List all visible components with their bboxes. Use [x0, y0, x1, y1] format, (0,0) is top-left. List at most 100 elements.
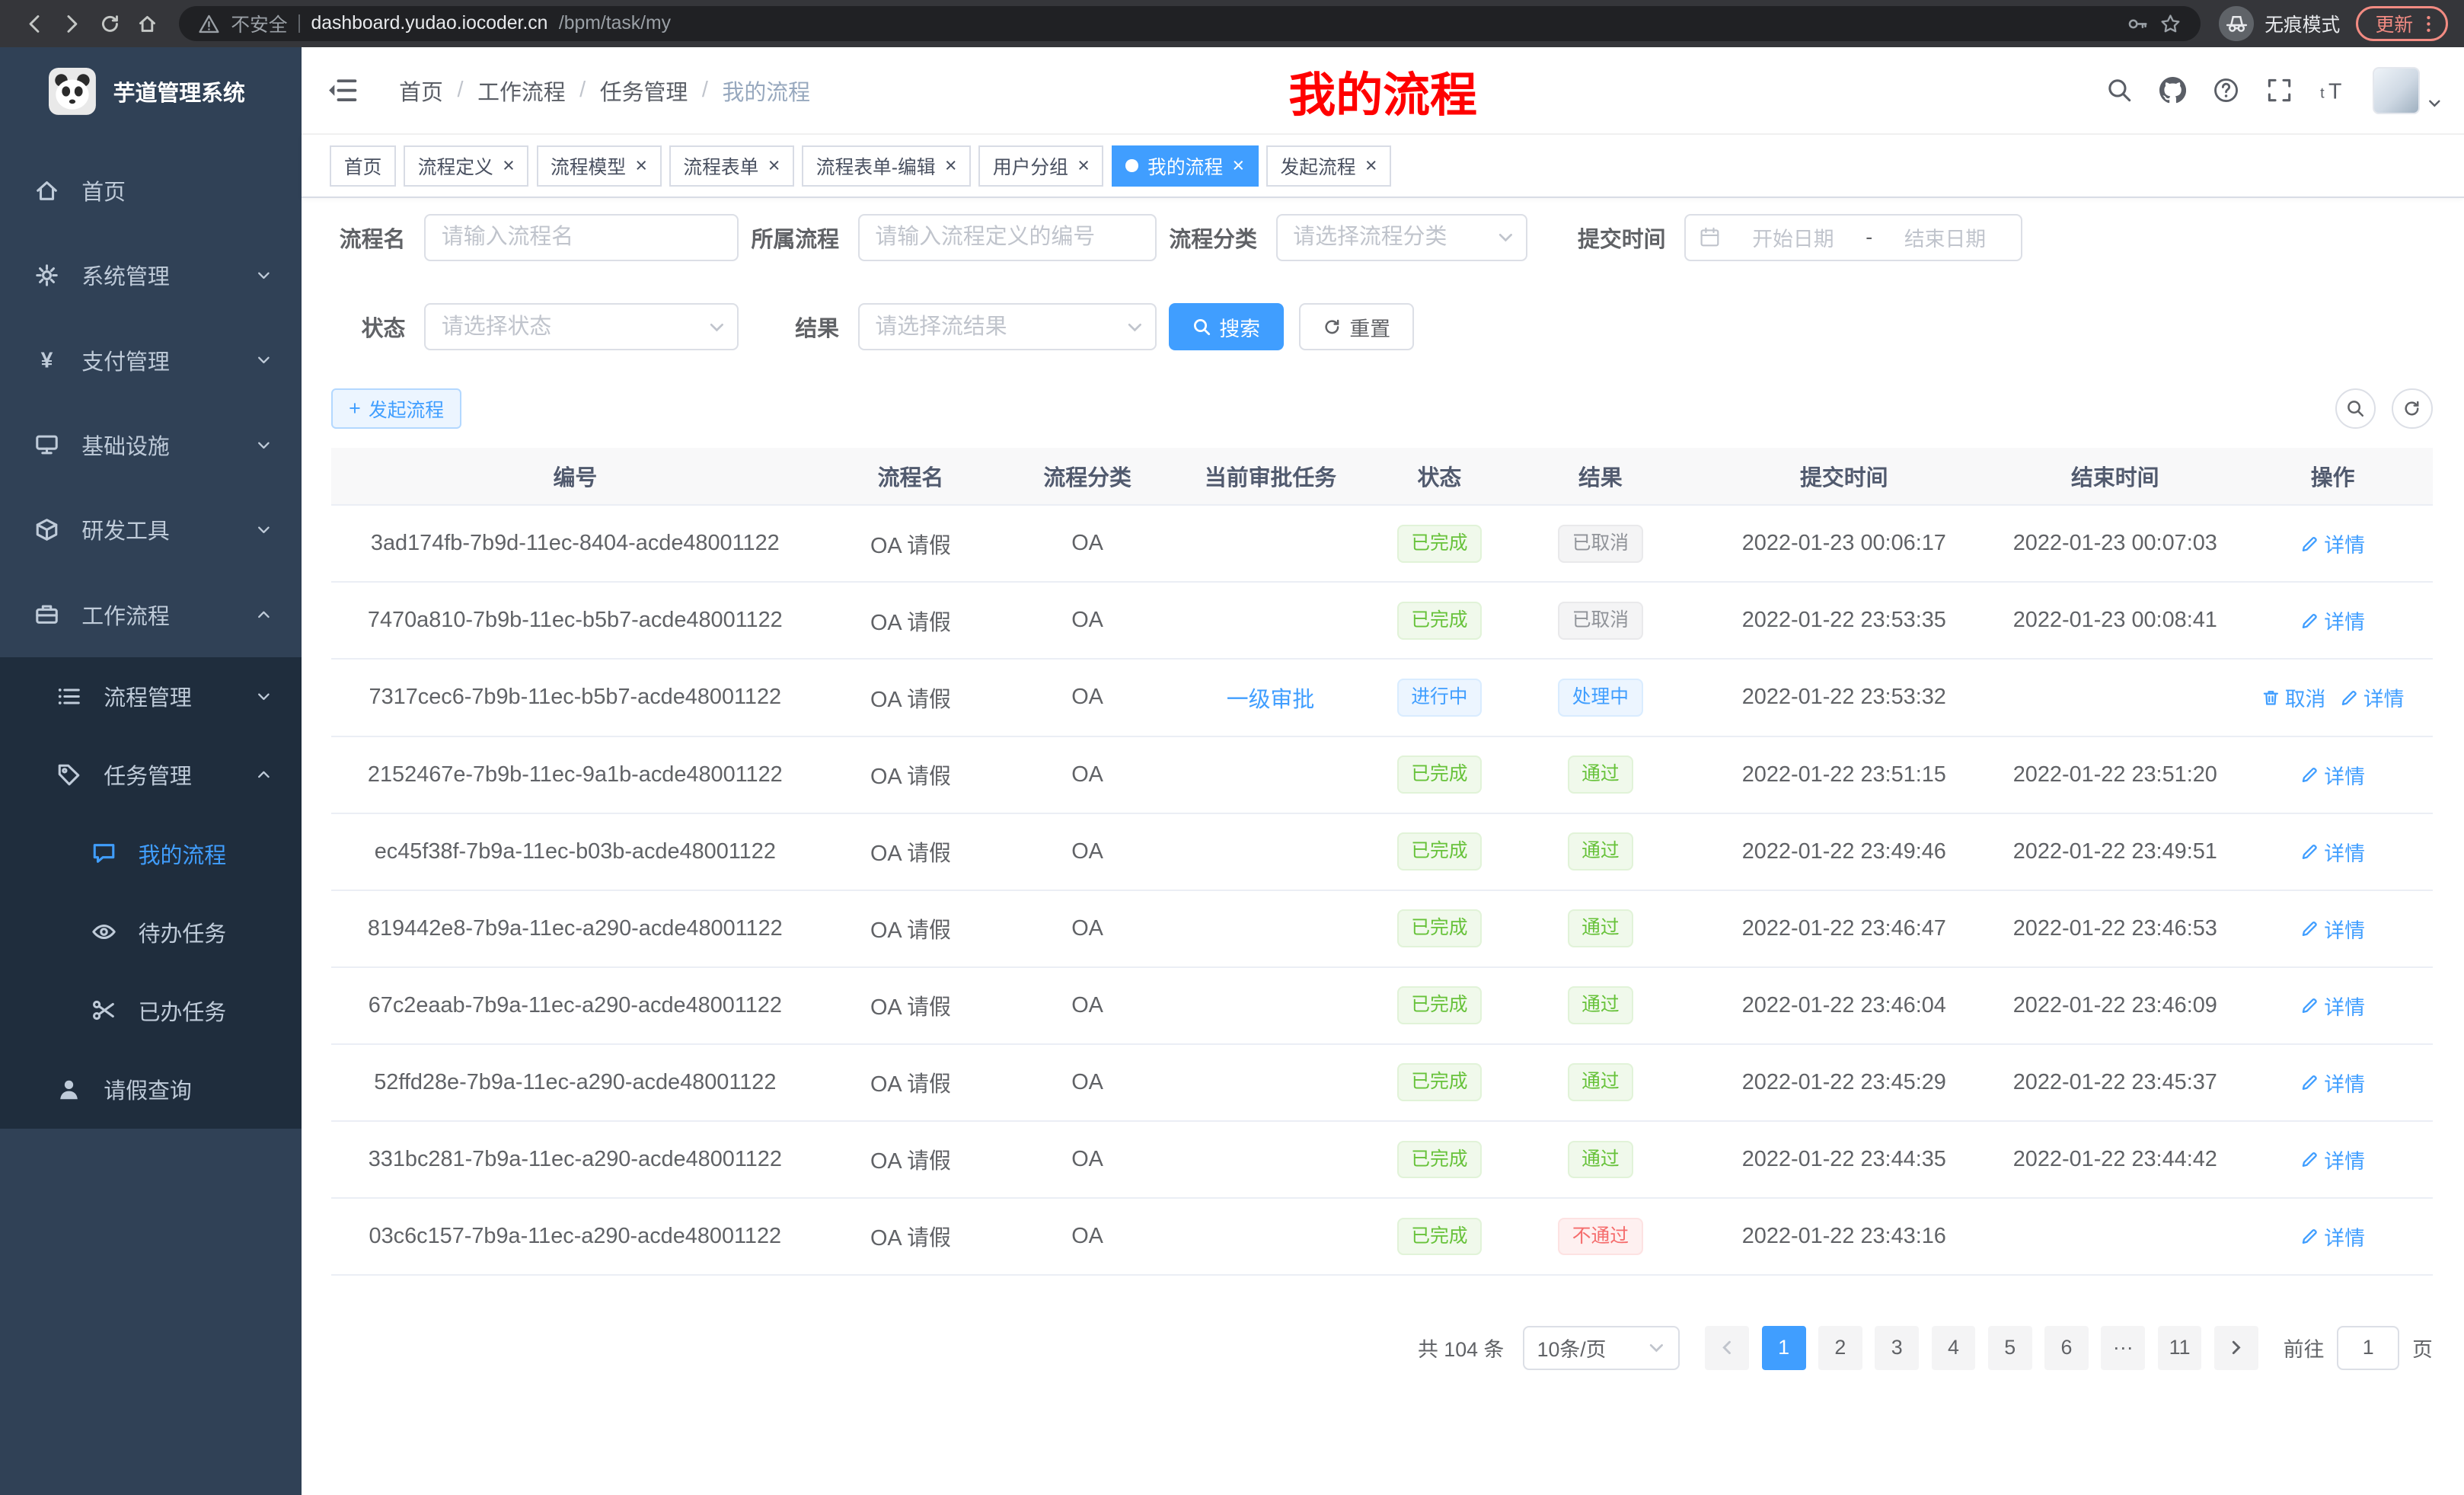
page-button[interactable]: 3: [1875, 1326, 1919, 1370]
process-category-select[interactable]: [1276, 214, 1527, 261]
close-icon[interactable]: ×: [1077, 155, 1090, 176]
create-process-button[interactable]: + 发起流程: [331, 388, 461, 430]
cube-icon: [34, 517, 59, 542]
breadcrumb-item[interactable]: 首页: [399, 75, 443, 107]
sidebar-item[interactable]: 我的流程: [0, 814, 302, 893]
sidebar-item[interactable]: 首页: [0, 148, 302, 232]
tab[interactable]: 流程模型×: [537, 145, 662, 187]
tab[interactable]: 发起流程×: [1266, 145, 1391, 187]
submit-time-range-picker[interactable]: 开始日期 - 结束日期: [1684, 214, 2022, 261]
tab[interactable]: 我的流程×: [1112, 145, 1259, 187]
close-icon[interactable]: ×: [768, 155, 780, 176]
sidebar-item[interactable]: 请假查询: [0, 1050, 302, 1129]
result-select[interactable]: [858, 303, 1157, 350]
cell-status: 进行中: [1369, 660, 1511, 735]
forward-button[interactable]: [53, 5, 91, 43]
page-size-select[interactable]: 10条/页: [1523, 1326, 1680, 1370]
detail-link[interactable]: 详情: [2300, 1222, 2365, 1251]
prev-page-button[interactable]: [1705, 1326, 1749, 1370]
toggle-search-button[interactable]: [2335, 388, 2376, 430]
address-bar[interactable]: 不安全 dashboard.yudao.iocoder.cn/bpm/task/…: [179, 6, 2201, 40]
date-range-separator: -: [1866, 225, 1872, 249]
github-icon[interactable]: [2159, 77, 2186, 104]
tab[interactable]: 流程表单×: [669, 145, 794, 187]
bookmark-star-icon[interactable]: [2159, 13, 2182, 35]
breadcrumb-item[interactable]: 工作流程: [477, 75, 566, 107]
user-avatar-menu[interactable]: [2373, 67, 2442, 114]
help-icon[interactable]: [2213, 77, 2239, 104]
page-button[interactable]: 2: [1818, 1326, 1862, 1370]
close-icon[interactable]: ×: [1232, 155, 1244, 176]
tab[interactable]: 首页: [330, 145, 396, 187]
tab[interactable]: 流程定义×: [404, 145, 528, 187]
search-button[interactable]: 搜索: [1169, 303, 1283, 350]
sidebar-item[interactable]: 待办任务: [0, 893, 302, 971]
cell-name: OA 请假: [819, 660, 1002, 735]
close-icon[interactable]: ×: [945, 155, 957, 176]
refresh-table-button[interactable]: [2392, 388, 2433, 430]
close-icon[interactable]: ×: [1365, 155, 1377, 176]
cell-task: [1173, 968, 1369, 1043]
page-button[interactable]: 1: [1762, 1326, 1806, 1370]
reset-button[interactable]: 重置: [1299, 303, 1413, 350]
chevron-up-icon: [254, 765, 273, 784]
incognito-badge[interactable]: 无痕模式: [2219, 6, 2340, 40]
page-button[interactable]: 4: [1932, 1326, 1976, 1370]
sidebar-item[interactable]: 工作流程: [0, 572, 302, 656]
close-icon[interactable]: ×: [503, 155, 515, 176]
sidebar-item[interactable]: 系统管理: [0, 232, 302, 317]
current-task-link[interactable]: 一级审批: [1227, 682, 1315, 714]
browser-update-button[interactable]: 更新: [2356, 6, 2449, 40]
detail-link[interactable]: 详情: [2340, 682, 2405, 712]
font-size-icon[interactable]: tT: [2319, 77, 2346, 104]
passkey-icon[interactable]: [2127, 13, 2149, 35]
detail-link[interactable]: 详情: [2300, 837, 2365, 867]
end-date-placeholder[interactable]: 结束日期: [1882, 222, 2009, 252]
process-name-input[interactable]: [424, 214, 739, 261]
sidebar-item[interactable]: 已办任务: [0, 971, 302, 1049]
close-icon[interactable]: ×: [635, 155, 647, 176]
page-button[interactable]: 6: [2044, 1326, 2089, 1370]
start-date-placeholder[interactable]: 开始日期: [1730, 222, 1856, 252]
detail-link[interactable]: 详情: [2300, 605, 2365, 635]
detail-link[interactable]: 详情: [2300, 1068, 2365, 1097]
sidebar-item[interactable]: 任务管理: [0, 736, 302, 814]
cancel-link[interactable]: 取消: [2261, 682, 2326, 712]
detail-link[interactable]: 详情: [2300, 1145, 2365, 1174]
sidebar: 芋道管理系统 首页系统管理¥支付管理基础设施研发工具工作流程流程管理任务管理我的…: [0, 47, 302, 1495]
next-page-button[interactable]: [2214, 1326, 2258, 1370]
table-row: ec45f38f-7b9a-11ec-b03b-acde48001122OA 请…: [331, 814, 2432, 891]
sidebar-fold-icon[interactable]: [327, 75, 358, 106]
detail-link[interactable]: 详情: [2300, 760, 2365, 790]
tab[interactable]: 用户分组 ×: [978, 145, 1103, 187]
home-button[interactable]: [129, 5, 167, 43]
detail-link[interactable]: 详情: [2300, 914, 2365, 944]
cell-id: 819442e8-7b9a-11ec-a290-acde48001122: [331, 891, 819, 966]
tab-label: 用户分组: [993, 152, 1068, 180]
cell-status: 已完成: [1369, 1045, 1511, 1120]
sidebar-item[interactable]: ¥支付管理: [0, 318, 302, 402]
status-select[interactable]: [424, 303, 739, 350]
filter-form-row-2: 状态 结果 搜索: [302, 303, 2464, 350]
more-pages-button[interactable]: ···: [2101, 1326, 2145, 1370]
app-logo[interactable]: 芋道管理系统: [0, 47, 302, 136]
search-icon[interactable]: [2106, 77, 2133, 104]
cell-end-time: 2022-01-23 00:08:41: [1997, 583, 2233, 658]
sidebar-item[interactable]: 流程管理: [0, 657, 302, 736]
detail-link[interactable]: 详情: [2300, 529, 2365, 558]
fullscreen-icon[interactable]: [2266, 77, 2293, 104]
tab[interactable]: 流程表单-编辑×: [802, 145, 971, 187]
menu-dots-icon[interactable]: [2418, 13, 2440, 35]
page-button[interactable]: 11: [2158, 1326, 2202, 1370]
goto-page-input[interactable]: [2337, 1326, 2400, 1370]
sidebar-item[interactable]: 基础设施: [0, 402, 302, 487]
security-label[interactable]: 不安全: [231, 10, 287, 37]
back-button[interactable]: [16, 5, 54, 43]
process-definition-input[interactable]: [858, 214, 1157, 261]
sidebar-item[interactable]: 研发工具: [0, 487, 302, 572]
reload-button[interactable]: [91, 5, 129, 43]
goto-label: 前往: [2284, 1333, 2325, 1362]
page-button[interactable]: 5: [1988, 1326, 2032, 1370]
breadcrumb-item[interactable]: 任务管理: [600, 75, 688, 107]
detail-link[interactable]: 详情: [2300, 991, 2365, 1021]
